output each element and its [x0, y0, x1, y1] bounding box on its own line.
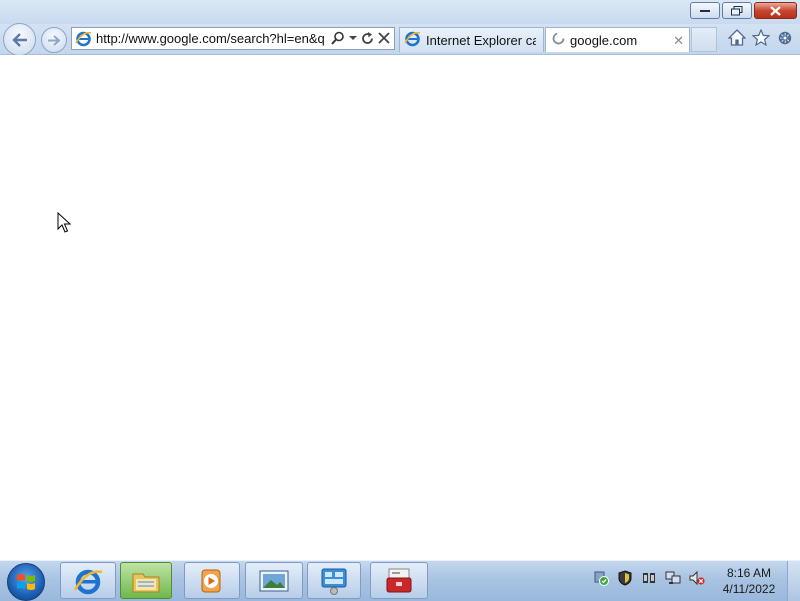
media-player-icon — [201, 569, 221, 592]
forward-arrow-icon — [48, 34, 60, 46]
gear-icon[interactable] — [775, 28, 794, 47]
start-button[interactable] — [7, 563, 45, 601]
minimize-icon — [700, 9, 710, 12]
title-bar — [0, 0, 800, 24]
new-tab-button[interactable] — [691, 27, 717, 52]
tab-google[interactable]: google.com ✕ — [545, 27, 690, 52]
security-shield-icon[interactable] — [616, 569, 634, 587]
close-button[interactable] — [754, 2, 797, 19]
close-icon — [770, 5, 781, 16]
command-icons — [727, 28, 794, 47]
ie-logo-icon — [75, 30, 92, 52]
clock-time: 8:16 AM — [726, 566, 772, 580]
navigation-toolbar: http://www.google.com/search?hl=en&q= In… — [0, 23, 800, 56]
forward-button[interactable] — [41, 27, 67, 53]
restore-button[interactable] — [722, 2, 752, 19]
taskbar-internet-explorer[interactable] — [60, 562, 116, 599]
window-controls — [690, 2, 797, 19]
network-icon[interactable] — [664, 569, 682, 587]
star-icon[interactable] — [751, 28, 770, 47]
loading-spinner-icon — [552, 32, 565, 48]
windows-logo-icon — [17, 574, 35, 590]
control-panel-icon — [321, 568, 347, 595]
taskbar-control-panel[interactable] — [307, 562, 361, 599]
address-bar[interactable]: http://www.google.com/search?hl=en&q= — [71, 27, 395, 50]
back-button[interactable] — [3, 23, 36, 56]
folder-icon — [132, 573, 160, 592]
search-icon[interactable] — [331, 31, 345, 45]
taskbar: 8:16 AM 4/11/2022 — [0, 560, 800, 601]
tab-label: Internet Explorer ca... — [426, 32, 536, 48]
address-url[interactable]: http://www.google.com/search?hl=en&q= — [96, 31, 324, 46]
sync-icon[interactable] — [640, 569, 658, 587]
taskbar-file-explorer[interactable] — [120, 562, 172, 599]
toolbox-icon — [386, 568, 412, 592]
taskbar-media-player[interactable] — [184, 562, 240, 599]
picture-icon — [259, 570, 289, 591]
ie-logo-icon — [73, 569, 103, 594]
tab-close-icon[interactable]: ✕ — [673, 33, 684, 49]
address-bar-actions — [331, 31, 390, 45]
mouse-pointer-icon — [57, 211, 72, 239]
page-content[interactable] — [0, 55, 800, 560]
refresh-icon[interactable] — [361, 31, 374, 45]
taskbar-toolbox[interactable] — [370, 562, 428, 599]
system-tray — [592, 569, 706, 587]
clock-date: 4/11/2022 — [722, 582, 776, 596]
restore-icon — [731, 5, 743, 15]
volume-muted-icon[interactable] — [688, 569, 706, 587]
ie-logo-icon — [404, 30, 421, 50]
stop-icon[interactable] — [378, 32, 390, 44]
home-icon[interactable] — [727, 28, 746, 47]
action-center-icon[interactable] — [592, 569, 610, 587]
tab-label: google.com — [570, 32, 638, 48]
minimize-button[interactable] — [690, 2, 720, 19]
back-arrow-icon — [11, 32, 27, 47]
chevron-down-icon[interactable] — [349, 35, 357, 41]
tab-internet-explorer[interactable]: Internet Explorer ca... — [399, 27, 544, 52]
taskbar-image-viewer[interactable] — [245, 562, 303, 599]
show-desktop-button[interactable] — [787, 561, 800, 601]
system-clock[interactable]: 8:16 AM 4/11/2022 — [716, 565, 782, 597]
